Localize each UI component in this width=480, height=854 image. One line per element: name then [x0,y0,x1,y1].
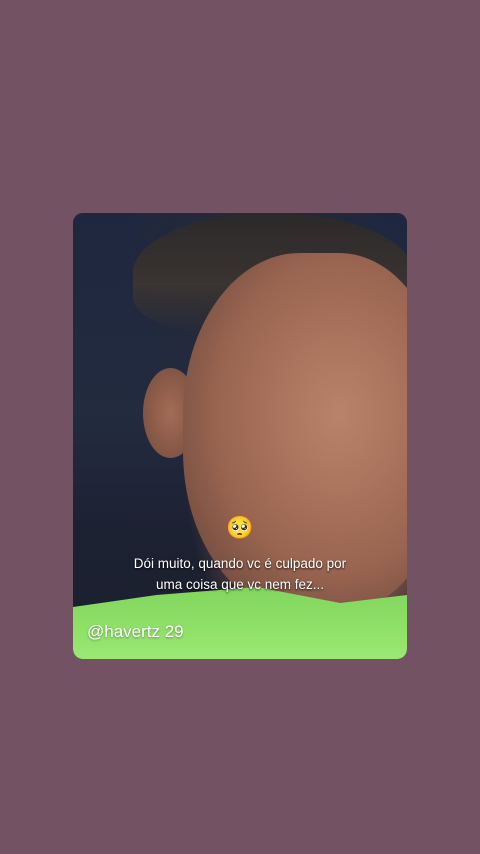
caption-line-2: uma coisa que vc nem fez... [155,577,325,592]
story-screen: 🥺 Dói muito, quando vc é culpado por uma… [0,0,480,854]
caption-line-1: Dói muito, quando vc é culpado por [133,556,347,571]
mention-handle[interactable]: @havertz 29 [87,621,184,643]
story-caption: Dói muito, quando vc é culpado por uma c… [79,553,401,595]
pleading-face-emoji: 🥺 [226,515,254,540]
story-card[interactable]: 🥺 Dói muito, quando vc é culpado por uma… [73,213,407,659]
